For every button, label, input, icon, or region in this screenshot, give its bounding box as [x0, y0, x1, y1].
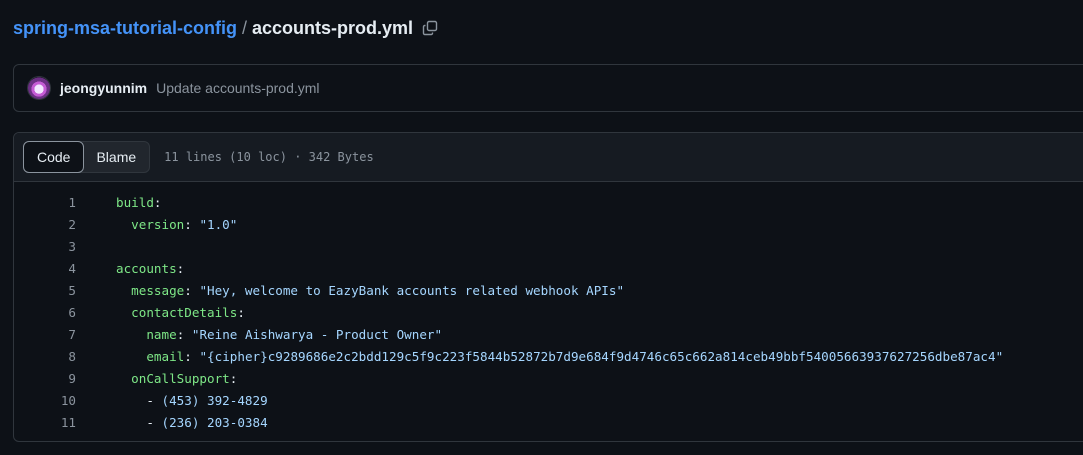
code-view[interactable]: 1 build: 2 version: "1.0" 3 4 accounts: 5 mess… [14, 182, 1083, 433]
code-line: 8 email: "{cipher}c9289686e2c2bdd129c5f9… [14, 345, 1083, 367]
line-content: - (236) 203-0384 [76, 414, 268, 430]
line-number[interactable]: 4 [14, 261, 76, 276]
line-number[interactable]: 9 [14, 371, 76, 386]
breadcrumb-repo-link[interactable]: spring-msa-tutorial-config [13, 18, 237, 39]
code-line: 10 - (453) 392-4829 [14, 389, 1083, 411]
copy-path-button[interactable] [421, 19, 439, 37]
line-number[interactable]: 11 [14, 415, 76, 430]
line-content: contactDetails: [76, 305, 245, 320]
line-number[interactable]: 1 [14, 195, 76, 210]
yaml-value: (453) 392-4829 [161, 392, 268, 408]
code-line: 5 message: "Hey, welcome to EazyBank acc… [14, 279, 1083, 301]
line-content: - (453) 392-4829 [76, 392, 268, 408]
code-line: 2 version: "1.0" [14, 213, 1083, 235]
line-number[interactable]: 8 [14, 349, 76, 364]
line-number[interactable]: 5 [14, 283, 76, 298]
code-line: 1 build: [14, 191, 1083, 213]
line-number[interactable]: 3 [14, 239, 76, 254]
list-dash: - [146, 414, 162, 430]
colon: : [176, 260, 185, 276]
yaml-value: "Hey, welcome to EazyBank accounts relat… [199, 282, 625, 298]
line-content: message: "Hey, welcome to EazyBank accou… [76, 283, 624, 298]
line-number[interactable]: 2 [14, 217, 76, 232]
view-mode-toggle: Code Blame [23, 141, 151, 173]
list-dash: - [146, 392, 162, 408]
tab-blame[interactable]: Blame [83, 142, 149, 172]
code-line: 11 - (236) 203-0384 [14, 411, 1083, 433]
file-viewer: Code Blame 11 lines (10 loc) · 342 Bytes… [13, 132, 1083, 442]
copy-icon [422, 20, 438, 36]
colon: : [184, 348, 192, 364]
line-content: build: [76, 195, 162, 210]
yaml-key: email [146, 348, 185, 364]
yaml-value: "{cipher}c9289686e2c2bdd129c5f9c223f5844… [199, 348, 1004, 364]
yaml-value: (236) 203-0384 [161, 414, 268, 430]
line-number[interactable]: 6 [14, 305, 76, 320]
colon: : [184, 282, 192, 298]
line-content: version: "1.0" [76, 217, 237, 232]
breadcrumb: spring-msa-tutorial-config / accounts-pr… [13, 16, 439, 40]
code-line: 4 accounts: [14, 257, 1083, 279]
yaml-key: accounts [116, 260, 177, 276]
line-content: accounts: [76, 261, 184, 276]
file-header: Code Blame 11 lines (10 loc) · 342 Bytes [14, 133, 1083, 182]
code-line: 7 name: "Reine Aishwarya - Product Owner… [14, 323, 1083, 345]
code-line: 6 contactDetails: [14, 301, 1083, 323]
commit-message-link[interactable]: Update accounts-prod.yml [156, 80, 319, 96]
line-content: onCallSupport: [76, 371, 237, 386]
file-stats: 11 lines (10 loc) · 342 Bytes [164, 150, 374, 164]
yaml-value: "Reine Aishwarya - Product Owner" [191, 326, 443, 342]
line-content: email: "{cipher}c9289686e2c2bdd129c5f9c2… [76, 349, 1003, 364]
breadcrumb-file-name: accounts-prod.yml [252, 17, 414, 38]
commit-author-link[interactable]: jeongyunnim [60, 80, 147, 96]
code-line: 3 [14, 235, 1083, 257]
colon: : [153, 194, 162, 210]
yaml-key: message [131, 282, 185, 298]
colon: : [184, 216, 192, 232]
yaml-key: contactDetails [131, 304, 238, 320]
yaml-key: onCallSupport [131, 370, 230, 386]
tab-code[interactable]: Code [23, 141, 85, 173]
latest-commit-bar: jeongyunnim Update accounts-prod.yml [13, 64, 1083, 112]
yaml-value: "1.0" [199, 216, 238, 232]
colon: : [229, 370, 238, 386]
code-line: 9 onCallSupport: [14, 367, 1083, 389]
yaml-key: version [131, 216, 185, 232]
line-number[interactable]: 7 [14, 327, 76, 342]
avatar[interactable] [28, 77, 50, 99]
colon: : [237, 304, 245, 320]
yaml-key: build [116, 194, 154, 210]
line-content: name: "Reine Aishwarya - Product Owner" [76, 327, 442, 342]
line-number[interactable]: 10 [14, 393, 76, 408]
yaml-key: name [146, 326, 177, 342]
breadcrumb-separator: / [242, 17, 248, 38]
